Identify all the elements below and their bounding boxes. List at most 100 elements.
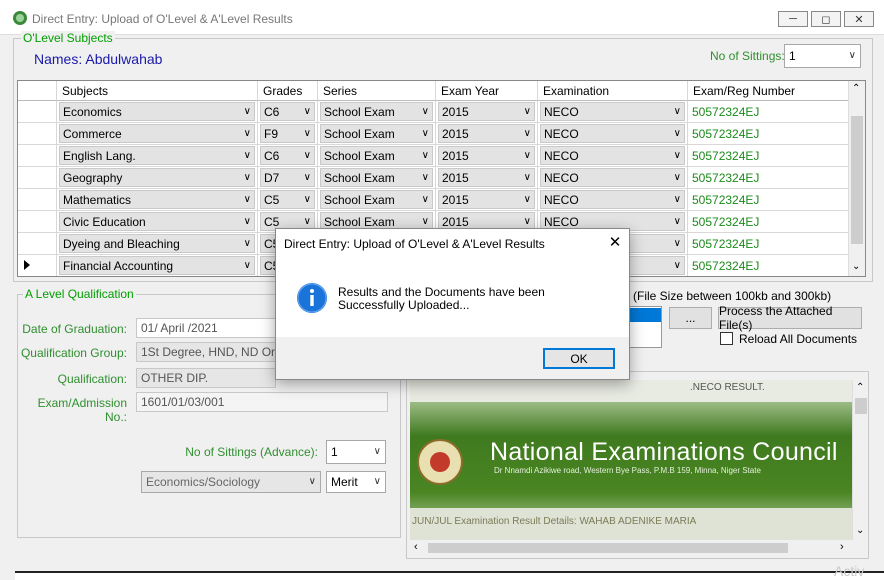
- qualification-select[interactable]: OTHER DIP.: [136, 368, 276, 388]
- process-files-button[interactable]: Process the Attached File(s): [718, 304, 862, 332]
- column-header[interactable]: Series: [318, 81, 436, 101]
- sittings-select[interactable]: 1 ∨: [784, 44, 861, 68]
- grid-cell-year[interactable]: 2015 ∨: [436, 167, 538, 189]
- dropdown-grade[interactable]: C6 ∨: [260, 146, 315, 165]
- scroll-thumb[interactable]: [855, 398, 867, 414]
- row-header[interactable]: [18, 211, 57, 233]
- grid-cell-subject[interactable]: Geography ∨: [57, 167, 258, 189]
- dropdown-exam[interactable]: NECO ∨: [540, 168, 685, 187]
- dropdown-grade[interactable]: C6 ∨: [260, 102, 315, 121]
- dropdown-series[interactable]: School Exam ∨: [320, 168, 433, 187]
- reg-number-cell[interactable]: 50572324EJ: [688, 233, 850, 255]
- dropdown-series[interactable]: School Exam ∨: [320, 102, 433, 121]
- grid-cell-subject[interactable]: English Lang. ∨: [57, 145, 258, 167]
- grid-cell-series[interactable]: School Exam ∨: [318, 123, 436, 145]
- dropdown-subject[interactable]: Geography ∨: [59, 168, 255, 187]
- dropdown-year[interactable]: 2015 ∨: [438, 102, 535, 121]
- grid-cell-year[interactable]: 2015 ∨: [436, 145, 538, 167]
- row-header[interactable]: [18, 189, 57, 211]
- ok-button[interactable]: OK: [543, 348, 615, 369]
- grid-cell-subject[interactable]: Financial Accounting ∨: [57, 255, 258, 276]
- column-header[interactable]: Examination: [538, 81, 688, 101]
- row-header[interactable]: [18, 123, 57, 145]
- column-header[interactable]: Exam/Reg Number: [688, 81, 850, 101]
- reg-number-cell[interactable]: 50572324EJ: [688, 123, 850, 145]
- sittings-adv-select[interactable]: 1 ∨: [326, 440, 386, 464]
- course-select[interactable]: Economics/Sociology ∨: [141, 471, 321, 493]
- dropdown-subject[interactable]: Civic Education ∨: [59, 212, 255, 231]
- dropdown-exam[interactable]: NECO ∨: [540, 190, 685, 209]
- dropdown-series[interactable]: School Exam ∨: [320, 190, 433, 209]
- grid-cell-exam[interactable]: NECO ∨: [538, 123, 688, 145]
- grid-cell-year[interactable]: 2015 ∨: [436, 101, 538, 123]
- dropdown-grade[interactable]: F9 ∨: [260, 124, 315, 143]
- reload-checkbox[interactable]: [720, 332, 733, 345]
- column-header[interactable]: Exam Year: [436, 81, 538, 101]
- row-header[interactable]: [18, 101, 57, 123]
- dialog-close-button[interactable]: ✕: [604, 233, 626, 253]
- column-header[interactable]: Subjects: [57, 81, 258, 101]
- dropdown-subject[interactable]: English Lang. ∨: [59, 146, 255, 165]
- grid-cell-subject[interactable]: Civic Education ∨: [57, 211, 258, 233]
- reg-number-cell[interactable]: 50572324EJ: [688, 189, 850, 211]
- grid-cell-subject[interactable]: Mathematics ∨: [57, 189, 258, 211]
- preview-hscrollbar[interactable]: ‹ ›: [410, 540, 852, 556]
- grid-cell-subject[interactable]: Dyeing and Bleaching ∨: [57, 233, 258, 255]
- grid-cell-year[interactable]: 2015 ∨: [436, 123, 538, 145]
- browse-button[interactable]: ...: [669, 307, 712, 329]
- grid-cell-subject[interactable]: Economics ∨: [57, 101, 258, 123]
- row-header[interactable]: [18, 255, 57, 276]
- scroll-thumb[interactable]: [851, 116, 863, 244]
- grid-cell-series[interactable]: School Exam ∨: [318, 167, 436, 189]
- dropdown-exam[interactable]: NECO ∨: [540, 102, 685, 121]
- grid-cell-exam[interactable]: NECO ∨: [538, 101, 688, 123]
- dropdown-year[interactable]: 2015 ∨: [438, 190, 535, 209]
- grid-cell-grade[interactable]: F9 ∨: [258, 123, 318, 145]
- dropdown-series[interactable]: School Exam ∨: [320, 124, 433, 143]
- grid-cell-exam[interactable]: NECO ∨: [538, 189, 688, 211]
- graduation-date-field[interactable]: 01/ April /2021: [136, 318, 276, 338]
- reg-number-cell[interactable]: 50572324EJ: [688, 211, 850, 233]
- dropdown-subject[interactable]: Economics ∨: [59, 102, 255, 121]
- grid-cell-series[interactable]: School Exam ∨: [318, 101, 436, 123]
- reg-number-cell[interactable]: 50572324EJ: [688, 167, 850, 189]
- dropdown-subject[interactable]: Financial Accounting ∨: [59, 256, 255, 275]
- grid-cell-grade[interactable]: C6 ∨: [258, 145, 318, 167]
- row-header[interactable]: [18, 233, 57, 255]
- dropdown-year[interactable]: 2015 ∨: [438, 146, 535, 165]
- dropdown-grade[interactable]: C5 ∨: [260, 190, 315, 209]
- grid-cell-series[interactable]: School Exam ∨: [318, 189, 436, 211]
- grid-cell-grade[interactable]: D7 ∨: [258, 167, 318, 189]
- grade-select[interactable]: Merit ∨: [326, 471, 386, 493]
- reg-number-cell[interactable]: 50572324EJ: [688, 101, 850, 123]
- dropdown-year[interactable]: 2015 ∨: [438, 124, 535, 143]
- hscroll-thumb[interactable]: [428, 543, 788, 553]
- preview-vscrollbar[interactable]: ⌃ ⌄: [852, 380, 868, 540]
- dropdown-series[interactable]: School Exam ∨: [320, 146, 433, 165]
- maximize-button[interactable]: ◻: [811, 11, 841, 27]
- reg-number-cell[interactable]: 50572324EJ: [688, 145, 850, 167]
- grid-cell-grade[interactable]: C6 ∨: [258, 101, 318, 123]
- grid-cell-series[interactable]: School Exam ∨: [318, 145, 436, 167]
- grid-cell-subject[interactable]: Commerce ∨: [57, 123, 258, 145]
- grid-cell-exam[interactable]: NECO ∨: [538, 167, 688, 189]
- dropdown-exam[interactable]: NECO ∨: [540, 146, 685, 165]
- row-header[interactable]: [18, 167, 57, 189]
- dropdown-grade[interactable]: D7 ∨: [260, 168, 315, 187]
- close-button[interactable]: ✕: [844, 11, 874, 27]
- dropdown-subject[interactable]: Mathematics ∨: [59, 190, 255, 209]
- grid-cell-exam[interactable]: NECO ∨: [538, 145, 688, 167]
- row-header[interactable]: [18, 145, 57, 167]
- exam-no-field[interactable]: 1601/01/03/001: [136, 392, 388, 412]
- dropdown-subject[interactable]: Dyeing and Bleaching ∨: [59, 234, 255, 253]
- qual-group-select[interactable]: 1St Degree, HND, ND Or Eq: [136, 342, 276, 362]
- grid-cell-grade[interactable]: C5 ∨: [258, 189, 318, 211]
- dropdown-exam[interactable]: NECO ∨: [540, 124, 685, 143]
- dropdown-year[interactable]: 2015 ∨: [438, 168, 535, 187]
- grid-cell-year[interactable]: 2015 ∨: [436, 189, 538, 211]
- reg-number-cell[interactable]: 50572324EJ: [688, 255, 850, 276]
- grid-scrollbar[interactable]: ⌃ ⌄: [848, 81, 865, 276]
- dropdown-subject[interactable]: Commerce ∨: [59, 124, 255, 143]
- minimize-button[interactable]: ─: [778, 11, 808, 27]
- column-header[interactable]: Grades: [258, 81, 318, 101]
